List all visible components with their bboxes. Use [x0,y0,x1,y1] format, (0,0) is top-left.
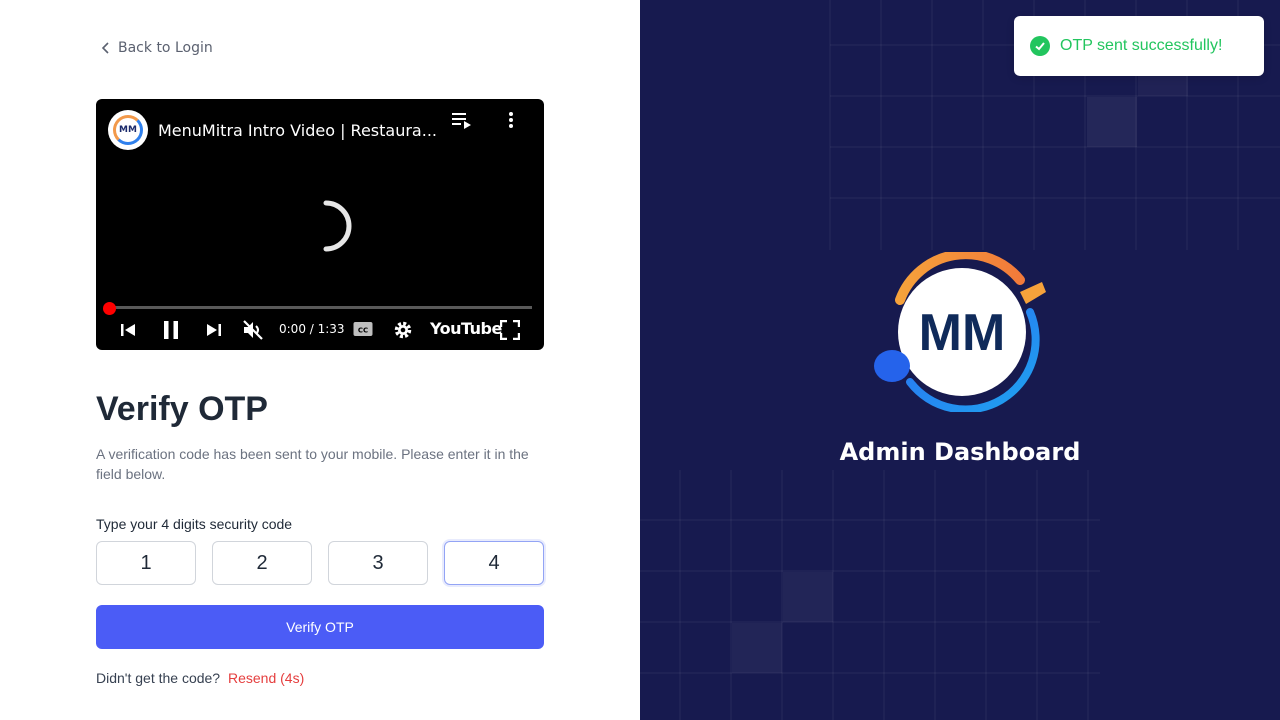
otp-digit-1-input[interactable]: 1 [96,541,196,585]
otp-digit-3-input[interactable]: 3 [328,541,428,585]
pause-icon[interactable] [163,320,179,340]
chevron-left-icon [101,42,109,54]
back-to-login-link[interactable]: Back to Login [100,40,213,56]
fullscreen-icon[interactable] [500,320,520,340]
resend-prompt: Didn't get the code? [96,670,221,686]
otp-input-group: 1 2 3 4 [96,541,544,585]
verify-otp-button[interactable]: Verify OTP [96,605,544,649]
verification-description: A verification code has been sent to you… [96,446,529,482]
progress-bar[interactable] [108,306,532,309]
playlist-icon[interactable] [452,111,472,129]
admin-dashboard-title: Admin Dashboard [839,438,1081,466]
otp-digit-4-input[interactable]: 4 [444,541,544,585]
youtube-logo[interactable]: YouTube [430,319,502,338]
resend-row: Didn't get the code? Resend (4s) [96,670,304,686]
svg-text:MM: MM [919,304,1006,362]
captions-icon[interactable]: CC [353,321,373,337]
next-icon[interactable] [206,322,222,338]
loading-spinner-icon [323,200,352,252]
check-circle-icon [1030,36,1050,56]
security-code-label: Type your 4 digits security code [96,516,293,532]
verify-panel: Back to Login MM MenuMitra Intro Video |… [0,0,640,720]
otp-digit-2-input[interactable]: 2 [212,541,312,585]
svg-text:CC: CC [358,327,368,335]
brand-panel: MM Admin Dashboard [640,0,1280,720]
success-toast: OTP sent successfully! [1014,16,1264,76]
video-title[interactable]: MenuMitra Intro Video | Restaura... [158,121,438,140]
video-time: 0:00 / 1:33 [279,322,345,336]
more-options-icon[interactable] [508,111,514,129]
channel-avatar-logo: MM [113,115,143,145]
settings-gear-icon[interactable] [393,320,413,340]
resend-link[interactable]: Resend (4s) [228,670,304,686]
channel-avatar[interactable]: MM [108,110,148,150]
previous-icon[interactable] [120,322,136,338]
toast-message: OTP sent successfully! [1060,37,1223,54]
back-link-label: Back to Login [118,40,213,56]
progress-scrubber[interactable] [103,302,116,315]
video-player[interactable]: MM MenuMitra Intro Video | Restaura... 0… [96,99,544,350]
page-title: Verify OTP [96,390,268,428]
menumitra-logo: MM [874,252,1046,412]
muted-volume-icon[interactable] [242,319,264,341]
